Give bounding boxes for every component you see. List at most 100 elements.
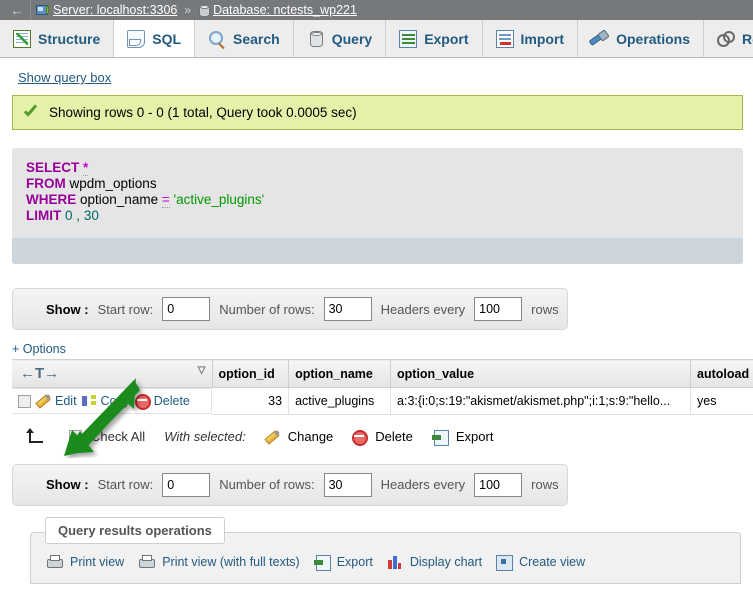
with-selected-label: With selected: <box>164 429 246 444</box>
sql-box-footer <box>12 238 743 264</box>
display-chart-link[interactable]: Display chart <box>410 555 482 569</box>
start-row-input-bottom[interactable] <box>162 472 211 497</box>
search-icon <box>208 30 226 48</box>
cell-option-name[interactable]: active_plugins <box>288 387 392 415</box>
tab-import[interactable]: Import <box>482 20 579 57</box>
breadcrumb: ← Server: localhost:3306 » Database: nct… <box>0 0 753 20</box>
headers-every-input-top[interactable] <box>474 297 523 321</box>
cell-autoload[interactable]: yes <box>690 387 753 415</box>
sql-keyword-where: WHERE <box>26 192 77 207</box>
tab-export-label: Export <box>424 30 469 47</box>
main-content: Show query box Showing rows 0 - 0 (1 tot… <box>0 58 753 584</box>
export-icon-ops[interactable] <box>313 554 331 571</box>
row-actions-cell: Edit Copy Delete <box>12 388 212 414</box>
copy-link[interactable]: Copy <box>101 394 130 408</box>
breadcrumb-server-label: Server: localhost:3306 <box>53 3 178 17</box>
headers-every-label-top: Headers every <box>380 301 466 317</box>
show-bar-top: Show : Start row: Number of rows: Header… <box>12 288 568 330</box>
pencil-icon[interactable] <box>36 394 50 408</box>
export-link[interactable]: Export <box>337 555 373 569</box>
breadcrumb-database-label: Database: nctests_wp221 <box>213 3 357 17</box>
printer-icon[interactable] <box>46 554 63 569</box>
check-all-label[interactable]: Check All <box>91 429 145 444</box>
tab-search-label: Search <box>233 30 280 47</box>
server-icon <box>36 4 49 16</box>
green-check-icon <box>23 106 39 120</box>
query-results-operations-legend: Query results operations <box>45 516 225 544</box>
show-query-box-link[interactable]: Show query box <box>18 70 111 85</box>
back-button[interactable]: ← <box>4 3 30 18</box>
copy-icon[interactable] <box>81 394 96 408</box>
tab-export[interactable]: Export <box>386 20 483 57</box>
column-header-autoload[interactable]: autoload <box>690 359 753 388</box>
num-rows-input-bottom[interactable] <box>323 472 372 497</box>
column-header-option-value[interactable]: option_value <box>390 359 692 388</box>
tab-operations-label: Operations <box>616 30 690 47</box>
tab-structure[interactable]: Structure <box>0 20 115 57</box>
check-all-checkbox[interactable] <box>69 430 82 443</box>
tab-operations[interactable]: Operations <box>578 20 704 57</box>
table-row: Edit Copy Delete 33 active_plugins a:3:{… <box>12 387 753 415</box>
options-toggle-link[interactable]: + Options <box>12 342 66 356</box>
with-selected-bar: Check All With selected: Change Delete E… <box>26 427 743 446</box>
tab-sql[interactable]: SQL <box>114 20 196 57</box>
sql-query-text: SELECT * FROM wpdm_options WHERE option_… <box>12 148 743 238</box>
query-results-operations-row: Print view Print view (with full texts) … <box>31 554 740 571</box>
change-button[interactable]: Change <box>288 429 334 444</box>
tab-routines-label: Routines <box>742 30 753 47</box>
num-rows-input-top[interactable] <box>323 297 372 321</box>
delete-circle-icon[interactable] <box>352 429 369 446</box>
sql-keyword-limit: LIMIT <box>26 208 62 223</box>
breadcrumb-database[interactable]: Database: nctests_wp221 <box>193 3 362 17</box>
sql-string-literal: 'active_plugins' <box>173 192 265 207</box>
export-icon <box>399 29 418 48</box>
delete-icon[interactable] <box>134 394 151 410</box>
column-header-option-id[interactable]: option_id <box>212 359 290 388</box>
tab-routines[interactable]: Routines <box>704 20 753 57</box>
headers-every-input-bottom[interactable] <box>474 472 523 497</box>
create-view-link[interactable]: Create view <box>519 555 585 569</box>
structure-icon <box>13 29 31 48</box>
rows-label-top: rows <box>531 301 559 317</box>
row-nav-label: ←T→ <box>20 365 60 382</box>
change-pencil-icon[interactable] <box>265 430 279 444</box>
arrow-up-icon[interactable] <box>26 427 46 446</box>
bulk-delete-button[interactable]: Delete <box>375 429 413 444</box>
show-label-bottom: Show : <box>46 477 89 492</box>
tab-query[interactable]: Query <box>293 20 387 57</box>
tab-bar: Structure SQL Search Query Export Import… <box>0 20 753 58</box>
sql-keyword-from: FROM <box>26 176 66 191</box>
query-icon <box>307 30 325 48</box>
export-icon-bulk[interactable] <box>431 429 449 446</box>
tab-sql-label: SQL <box>152 30 182 47</box>
import-icon <box>495 29 514 48</box>
sql-star: * <box>83 160 89 176</box>
bar-chart-icon[interactable] <box>387 555 402 569</box>
printer-full-texts-icon[interactable] <box>138 554 156 569</box>
results-table-head: ←T→ ▽ option_id option_name option_value… <box>12 359 753 388</box>
edit-link[interactable]: Edit <box>55 394 77 408</box>
print-view-full-texts-link[interactable]: Print view (with full texts) <box>162 555 300 569</box>
breadcrumb-server[interactable]: Server: localhost:3306 <box>31 3 182 17</box>
sql-column-name: option_name <box>80 192 159 207</box>
tab-query-label: Query <box>331 30 373 47</box>
print-view-link[interactable]: Print view <box>70 555 124 569</box>
cell-option-id[interactable]: 33 <box>212 387 290 415</box>
query-status-message: Showing rows 0 - 0 (1 total, Query took … <box>12 95 743 130</box>
tab-search[interactable]: Search <box>195 20 294 57</box>
create-view-icon[interactable] <box>496 554 514 571</box>
row-checkbox[interactable] <box>18 394 31 408</box>
start-row-label-top: Start row: <box>97 301 154 317</box>
show-bar-bottom: Show : Start row: Number of rows: Header… <box>12 463 568 506</box>
query-results-operations-panel: Query results operations Print view Prin… <box>30 516 741 584</box>
operations-icon <box>591 30 609 48</box>
sort-caret-icon[interactable]: ▽ <box>198 365 206 376</box>
delete-link[interactable]: Delete <box>154 394 190 408</box>
headers-every-label-bottom: Headers every <box>380 477 466 492</box>
sql-query-box: SELECT * FROM wpdm_options WHERE option_… <box>12 148 743 264</box>
cell-option-value[interactable]: a:3:{i:0;s:19:"akismet/akismet.php";i:1;… <box>390 387 692 415</box>
column-header-option-name[interactable]: option_name <box>288 359 392 388</box>
start-row-input-top[interactable] <box>162 297 211 321</box>
sql-icon <box>127 29 146 48</box>
bulk-export-button[interactable]: Export <box>456 429 494 444</box>
